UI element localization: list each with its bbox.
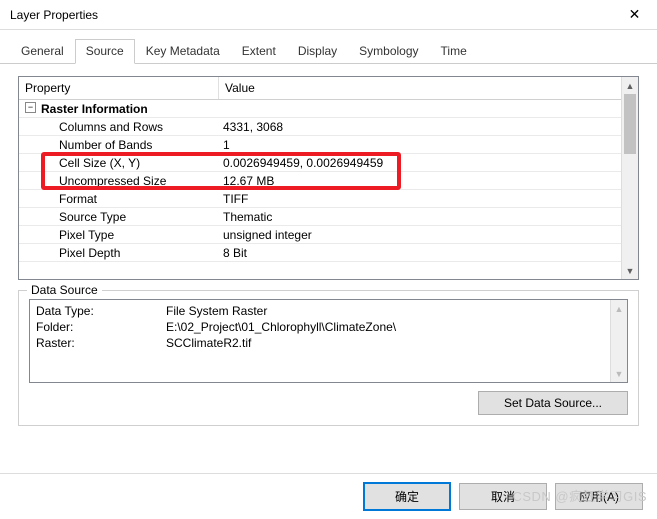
- prop-value: Thematic: [219, 210, 638, 224]
- prop-value: 8 Bit: [219, 246, 638, 260]
- tab-display[interactable]: Display: [287, 39, 348, 64]
- scroll-up-icon: ▲: [611, 300, 627, 317]
- prop-value: TIFF: [219, 192, 638, 206]
- tab-content: Property Value − Raster Information Colu…: [0, 64, 657, 436]
- tab-symbology[interactable]: Symbology: [348, 39, 429, 64]
- prop-value: 1: [219, 138, 638, 152]
- property-row[interactable]: Uncompressed Size 12.67 MB: [19, 172, 638, 190]
- tab-key-metadata[interactable]: Key Metadata: [135, 39, 231, 64]
- grid-scrollbar[interactable]: ▲ ▼: [621, 77, 638, 279]
- ds-data-type-value: File System Raster: [166, 304, 621, 320]
- ds-raster-label: Raster:: [36, 336, 166, 352]
- ds-raster-value: SCClimateR2.tif: [166, 336, 621, 352]
- ok-button[interactable]: 确定: [363, 482, 451, 511]
- group-label: Raster Information: [19, 102, 219, 116]
- scroll-up-icon[interactable]: ▲: [622, 77, 638, 94]
- close-button[interactable]: ✕: [612, 0, 657, 30]
- property-row[interactable]: Format TIFF: [19, 190, 638, 208]
- collapse-icon[interactable]: −: [25, 102, 36, 113]
- ds-row: Raster: SCClimateR2.tif: [36, 336, 621, 352]
- prop-value: 4331, 3068: [219, 120, 638, 134]
- ds-folder-label: Folder:: [36, 320, 166, 336]
- cancel-button[interactable]: 取消: [459, 483, 547, 510]
- prop-value: 12.67 MB: [219, 174, 638, 188]
- prop-label: Pixel Depth: [19, 246, 219, 260]
- property-row[interactable]: Pixel Type unsigned integer: [19, 226, 638, 244]
- prop-value: unsigned integer: [219, 228, 638, 242]
- apply-button[interactable]: 应用(A): [555, 483, 643, 510]
- titlebar: Layer Properties ✕: [0, 0, 657, 30]
- ds-row: Folder: E:\02_Project\01_Chlorophyll\Cli…: [36, 320, 621, 336]
- property-row[interactable]: Source Type Thematic: [19, 208, 638, 226]
- ds-row: Data Type: File System Raster: [36, 304, 621, 320]
- property-row[interactable]: Pixel Depth 8 Bit: [19, 244, 638, 262]
- grid-body: − Raster Information Columns and Rows 43…: [19, 100, 638, 276]
- property-row[interactable]: Columns and Rows 4331, 3068: [19, 118, 638, 136]
- data-source-text[interactable]: Data Type: File System Raster Folder: E:…: [29, 299, 628, 383]
- ds-button-row: Set Data Source...: [29, 391, 628, 415]
- scroll-down-icon: ▼: [611, 365, 627, 382]
- property-row[interactable]: Number of Bands 1: [19, 136, 638, 154]
- dialog-footer: 确定 取消 应用(A): [0, 473, 657, 519]
- scroll-track[interactable]: [622, 94, 638, 262]
- prop-label: Cell Size (X, Y): [19, 156, 219, 170]
- tab-time[interactable]: Time: [430, 39, 478, 64]
- header-value[interactable]: Value: [219, 77, 638, 99]
- prop-value: 0.0026949459, 0.0026949459: [219, 156, 638, 170]
- prop-label: Source Type: [19, 210, 219, 224]
- property-row[interactable]: Cell Size (X, Y) 0.0026949459, 0.0026949…: [19, 154, 638, 172]
- scroll-down-icon[interactable]: ▼: [622, 262, 638, 279]
- grid-header: Property Value: [19, 77, 638, 100]
- ds-folder-value: E:\02_Project\01_Chlorophyll\ClimateZone…: [166, 320, 621, 336]
- ds-scrollbar[interactable]: ▲ ▼: [610, 300, 627, 382]
- prop-label: Uncompressed Size: [19, 174, 219, 188]
- group-raster-information[interactable]: − Raster Information: [19, 100, 638, 118]
- set-data-source-button[interactable]: Set Data Source...: [478, 391, 628, 415]
- data-source-legend: Data Source: [27, 283, 102, 297]
- window-title: Layer Properties: [10, 8, 612, 22]
- header-property[interactable]: Property: [19, 77, 219, 99]
- tab-source[interactable]: Source: [75, 39, 135, 64]
- prop-label: Columns and Rows: [19, 120, 219, 134]
- tab-general[interactable]: General: [10, 39, 75, 64]
- tab-strip: General Source Key Metadata Extent Displ…: [0, 30, 657, 64]
- scroll-thumb[interactable]: [624, 94, 636, 154]
- tab-extent[interactable]: Extent: [231, 39, 287, 64]
- prop-label: Number of Bands: [19, 138, 219, 152]
- property-grid: Property Value − Raster Information Colu…: [18, 76, 639, 280]
- prop-label: Pixel Type: [19, 228, 219, 242]
- close-icon: ✕: [629, 6, 641, 23]
- prop-label: Format: [19, 192, 219, 206]
- data-source-group: Data Source Data Type: File System Raste…: [18, 290, 639, 426]
- ds-data-type-label: Data Type:: [36, 304, 166, 320]
